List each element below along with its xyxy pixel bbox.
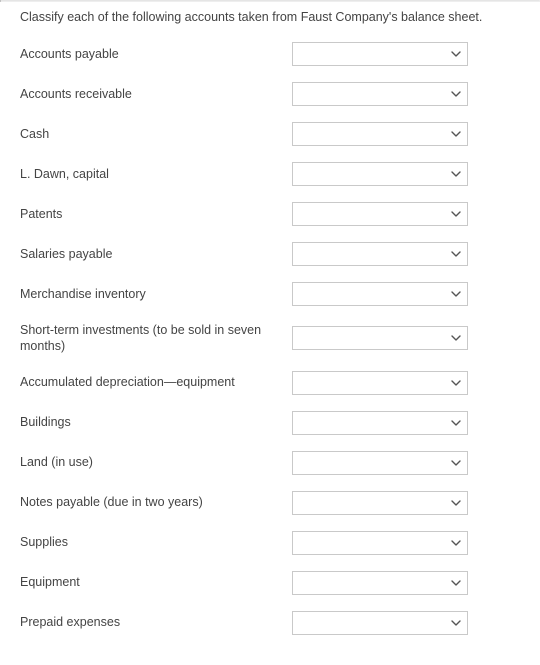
classification-select[interactable] bbox=[292, 202, 468, 226]
chevron-down-icon bbox=[451, 209, 461, 219]
classification-select[interactable] bbox=[292, 162, 468, 186]
classification-select-wrap bbox=[292, 571, 468, 595]
chevron-down-icon bbox=[451, 49, 461, 59]
chevron-down-icon bbox=[451, 538, 461, 548]
classification-select-wrap bbox=[292, 282, 468, 306]
classification-select-wrap bbox=[292, 242, 468, 266]
form-row: Supplies bbox=[14, 531, 526, 555]
classification-select[interactable] bbox=[292, 571, 468, 595]
form-row: Notes payable (due in two years) bbox=[14, 491, 526, 515]
classification-select[interactable] bbox=[292, 491, 468, 515]
account-label: Accumulated depreciation—equipment bbox=[14, 374, 292, 390]
account-label: Merchandise inventory bbox=[14, 286, 292, 302]
form-row: Merchandise inventory bbox=[14, 282, 526, 306]
chevron-down-icon bbox=[451, 169, 461, 179]
account-label: Supplies bbox=[14, 534, 292, 550]
account-label: Land (in use) bbox=[14, 454, 292, 470]
chevron-down-icon bbox=[451, 458, 461, 468]
classification-select[interactable] bbox=[292, 411, 468, 435]
rows-list: Accounts payable Accounts receivable Cash L… bbox=[14, 42, 526, 635]
chevron-down-icon bbox=[451, 89, 461, 99]
account-label: Accounts receivable bbox=[14, 86, 292, 102]
classification-select[interactable] bbox=[292, 242, 468, 266]
classification-select[interactable] bbox=[292, 451, 468, 475]
account-label: L. Dawn, capital bbox=[14, 166, 292, 182]
classification-select-wrap bbox=[292, 122, 468, 146]
classification-select[interactable] bbox=[292, 326, 468, 350]
classification-select[interactable] bbox=[292, 371, 468, 395]
classification-select-wrap bbox=[292, 411, 468, 435]
account-label: Accounts payable bbox=[14, 46, 292, 62]
classification-select-wrap bbox=[292, 451, 468, 475]
classification-select[interactable] bbox=[292, 611, 468, 635]
form-row: Salaries payable bbox=[14, 242, 526, 266]
account-label: Prepaid expenses bbox=[14, 614, 292, 630]
classification-select-wrap bbox=[292, 491, 468, 515]
account-label: Short-term investments (to be sold in se… bbox=[14, 322, 292, 355]
classification-select-wrap bbox=[292, 531, 468, 555]
chevron-down-icon bbox=[451, 129, 461, 139]
account-label: Salaries payable bbox=[14, 246, 292, 262]
form-container: Classify each of the following accounts … bbox=[0, 2, 540, 665]
account-label: Cash bbox=[14, 126, 292, 142]
classification-select[interactable] bbox=[292, 122, 468, 146]
form-row: Patents bbox=[14, 202, 526, 226]
chevron-down-icon bbox=[451, 498, 461, 508]
account-label: Notes payable (due in two years) bbox=[14, 494, 292, 510]
classification-select-wrap bbox=[292, 611, 468, 635]
form-row: Buildings bbox=[14, 411, 526, 435]
classification-select-wrap bbox=[292, 82, 468, 106]
form-row: Accounts payable bbox=[14, 42, 526, 66]
classification-select-wrap bbox=[292, 162, 468, 186]
classification-select-wrap bbox=[292, 202, 468, 226]
form-row: Accumulated depreciation—equipment bbox=[14, 371, 526, 395]
chevron-down-icon bbox=[451, 378, 461, 388]
form-row: L. Dawn, capital bbox=[14, 162, 526, 186]
chevron-down-icon bbox=[451, 578, 461, 588]
chevron-down-icon bbox=[451, 418, 461, 428]
form-row: Cash bbox=[14, 122, 526, 146]
form-row: Short-term investments (to be sold in se… bbox=[14, 322, 526, 355]
account-label: Equipment bbox=[14, 574, 292, 590]
classification-select[interactable] bbox=[292, 282, 468, 306]
form-row: Equipment bbox=[14, 571, 526, 595]
account-label: Patents bbox=[14, 206, 292, 222]
account-label: Buildings bbox=[14, 414, 292, 430]
classification-select-wrap bbox=[292, 371, 468, 395]
classification-select-wrap bbox=[292, 42, 468, 66]
classification-select[interactable] bbox=[292, 42, 468, 66]
classification-select[interactable] bbox=[292, 531, 468, 555]
form-row: Land (in use) bbox=[14, 451, 526, 475]
chevron-down-icon bbox=[451, 249, 461, 259]
chevron-down-icon bbox=[451, 333, 461, 343]
chevron-down-icon bbox=[451, 618, 461, 628]
chevron-down-icon bbox=[451, 289, 461, 299]
classification-select[interactable] bbox=[292, 82, 468, 106]
instruction-text: Classify each of the following accounts … bbox=[20, 10, 526, 24]
form-row: Prepaid expenses bbox=[14, 611, 526, 635]
classification-select-wrap bbox=[292, 326, 468, 350]
form-row: Accounts receivable bbox=[14, 82, 526, 106]
